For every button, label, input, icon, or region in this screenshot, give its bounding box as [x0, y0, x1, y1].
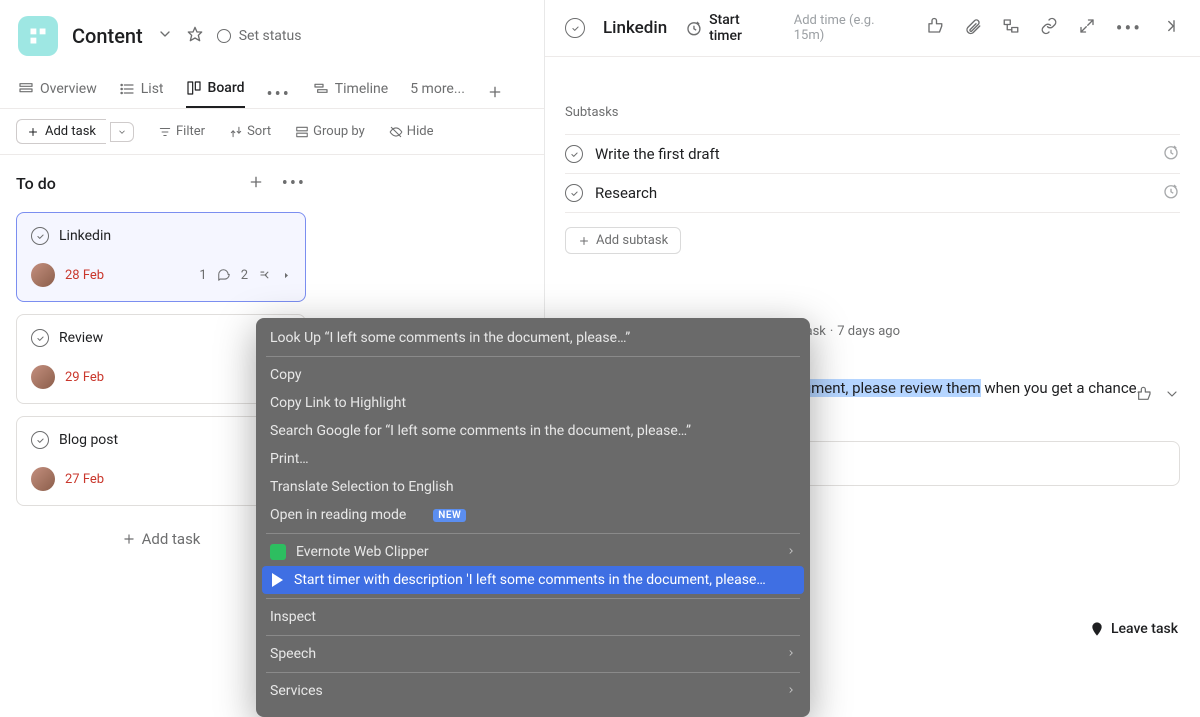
- detail-title[interactable]: Linkedin: [603, 18, 667, 38]
- timer-icon[interactable]: [1162, 143, 1180, 165]
- ctx-lookup[interactable]: Look Up “I left some comments in the doc…: [262, 324, 804, 352]
- selected-text[interactable]: cument, please review them: [795, 379, 981, 397]
- due-date: 29 Feb: [65, 370, 104, 385]
- group-by-button[interactable]: Group by: [295, 124, 365, 139]
- subtasks-label: Subtasks: [565, 105, 1180, 120]
- caret-icon: [282, 271, 291, 280]
- complete-toggle[interactable]: [565, 184, 583, 202]
- tab-board[interactable]: Board: [186, 80, 245, 108]
- ctx-translate[interactable]: Translate Selection to English: [262, 473, 804, 501]
- task-title: Blog post: [59, 432, 118, 448]
- add-subtask-button[interactable]: Add subtask: [565, 227, 681, 254]
- add-tab-button[interactable]: [487, 84, 503, 104]
- new-badge: NEW: [433, 509, 466, 522]
- sort-button[interactable]: Sort: [229, 124, 271, 139]
- tab-more[interactable]: 5 more...: [410, 81, 465, 107]
- ctx-inspect[interactable]: Inspect: [262, 603, 804, 631]
- column-title[interactable]: To do: [16, 174, 56, 193]
- project-title[interactable]: Content: [72, 24, 143, 48]
- status-label: Set status: [239, 28, 302, 44]
- project-header: Content Set status: [0, 0, 544, 64]
- tab-board-more-icon[interactable]: •••: [267, 84, 291, 105]
- add-time-input[interactable]: Add time (e.g. 15m): [794, 13, 908, 43]
- column-more-icon[interactable]: •••: [282, 173, 306, 194]
- complete-toggle[interactable]: [31, 227, 49, 245]
- context-menu: Look Up “I left some comments in the doc…: [256, 318, 810, 717]
- subtask-name: Write the first draft: [595, 145, 1150, 163]
- divider: [266, 356, 800, 357]
- avatar[interactable]: [31, 365, 55, 389]
- due-date: 28 Feb: [65, 268, 104, 283]
- add-task-button[interactable]: Add task: [16, 119, 106, 144]
- start-timer-button[interactable]: Start timer: [685, 12, 776, 44]
- filter-button[interactable]: Filter: [158, 124, 205, 139]
- avatar[interactable]: [31, 467, 55, 491]
- link-icon[interactable]: [1040, 17, 1058, 39]
- subtask-count: 2: [241, 268, 248, 283]
- chevron-down-icon[interactable]: [157, 26, 173, 46]
- column-add-button[interactable]: [248, 174, 264, 194]
- attachment-icon[interactable]: [964, 17, 982, 39]
- subtask-icon[interactable]: [1002, 17, 1020, 39]
- timer-icon: [685, 19, 703, 37]
- ctx-evernote[interactable]: Evernote Web Clipper: [262, 538, 804, 566]
- comment-count: 1: [199, 268, 206, 283]
- ctx-start-timer[interactable]: Start timer with description 'I left som…: [262, 566, 804, 594]
- board-toolbar: Add task Filter Sort Group by Hide: [0, 109, 544, 154]
- ctx-print[interactable]: Print…: [262, 445, 804, 473]
- status-circle-icon: [217, 29, 231, 43]
- due-date: 27 Feb: [65, 472, 104, 487]
- divider: [266, 598, 800, 599]
- ctx-copy-link[interactable]: Copy Link to Highlight: [262, 389, 804, 417]
- close-pane-icon[interactable]: [1162, 17, 1180, 39]
- add-task-dropdown[interactable]: [110, 122, 134, 142]
- task-title: Review: [59, 330, 103, 346]
- project-logo[interactable]: [18, 16, 58, 56]
- timer-icon[interactable]: [1162, 182, 1180, 204]
- like-icon[interactable]: [1136, 386, 1152, 406]
- chevron-down-icon[interactable]: [1164, 386, 1180, 406]
- chevron-right-icon: [786, 646, 796, 662]
- star-icon[interactable]: [187, 26, 203, 46]
- chevron-right-icon: [786, 544, 796, 560]
- task-card[interactable]: Linkedin 28 Feb 1 2: [16, 212, 306, 302]
- subtasks-section: Subtasks Write the first draft Research …: [545, 57, 1200, 254]
- evernote-icon: [270, 544, 286, 560]
- subtask-name: Research: [595, 184, 1150, 202]
- ctx-services[interactable]: Services: [262, 677, 804, 705]
- complete-toggle[interactable]: [565, 18, 585, 38]
- subtask-icon: [258, 268, 272, 282]
- set-status-button[interactable]: Set status: [217, 28, 302, 44]
- tab-overview[interactable]: Overview: [18, 81, 97, 107]
- ctx-copy[interactable]: Copy: [262, 361, 804, 389]
- ctx-search-google[interactable]: Search Google for “I left some comments …: [262, 417, 804, 445]
- hide-button[interactable]: Hide: [389, 124, 434, 139]
- task-title: Linkedin: [59, 228, 111, 244]
- divider: [266, 635, 800, 636]
- avatar[interactable]: [31, 263, 55, 287]
- play-icon: [270, 573, 284, 587]
- detail-header: Linkedin Start timer Add time (e.g. 15m)…: [545, 0, 1200, 57]
- activity-time: 7 days ago: [837, 324, 900, 339]
- chevron-right-icon: [786, 683, 796, 699]
- subtask-row[interactable]: Research: [565, 174, 1180, 213]
- tab-timeline[interactable]: Timeline: [313, 81, 388, 107]
- like-icon[interactable]: [926, 17, 944, 39]
- divider: [266, 533, 800, 534]
- comment-icon: [217, 268, 231, 282]
- leave-task-button[interactable]: Leave task: [1089, 621, 1178, 637]
- complete-toggle[interactable]: [31, 329, 49, 347]
- ctx-reading-mode[interactable]: Open in reading mode NEW: [262, 501, 804, 529]
- subtask-row[interactable]: Write the first draft: [565, 134, 1180, 174]
- complete-toggle[interactable]: [565, 145, 583, 163]
- fullscreen-icon[interactable]: [1078, 17, 1096, 39]
- more-icon[interactable]: •••: [1116, 16, 1142, 40]
- ctx-speech[interactable]: Speech: [262, 640, 804, 668]
- divider: [266, 672, 800, 673]
- view-tabs: Overview List Board ••• Timeline 5 more.…: [0, 64, 544, 108]
- complete-toggle[interactable]: [31, 431, 49, 449]
- tab-list[interactable]: List: [119, 81, 164, 107]
